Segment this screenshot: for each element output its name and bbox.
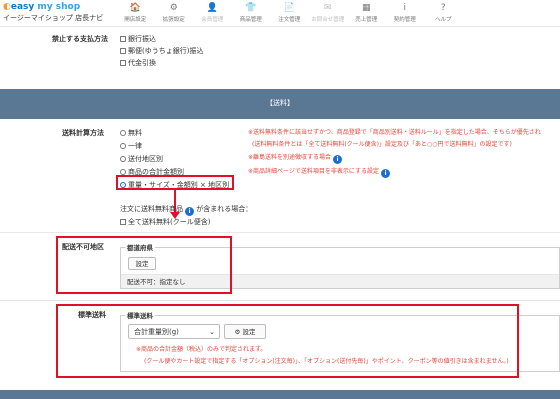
gear-icon: ⚙ (169, 3, 178, 13)
free-all-checkbox[interactable]: 全て送料無料(クール便含) (120, 217, 210, 227)
nav-item-user[interactable]: 👤 会員管理 (193, 2, 232, 26)
user-icon: 👤 (206, 3, 218, 13)
document-icon: 📄 (283, 3, 295, 13)
next-section-band (0, 390, 560, 399)
nav-item-mail[interactable]: ✉ お問合せ管理 (309, 2, 348, 26)
mail-icon: ✉ (323, 3, 332, 13)
highlight-selected-option (116, 175, 234, 190)
nav-label: 開店設定 (124, 17, 147, 23)
nav-item-document[interactable]: 📄 注文管理 (270, 2, 309, 26)
checkbox[interactable] (120, 48, 126, 54)
shipping-calc-label: 送料計算方法 (62, 129, 104, 137)
calc-note-priority: ※送料無料条件に該当せずかつ、商品登録で「商品別送料・送料ルール」を指定した場合… (248, 129, 541, 136)
checkbox[interactable] (120, 219, 126, 225)
nav-item-help[interactable]: ? ヘルプ (424, 2, 463, 26)
nav-item-info[interactable]: i 契約管理 (386, 2, 425, 26)
nav-item-home[interactable]: 🏠 開店設定 (116, 2, 155, 26)
calc-note-island: ※離島送料を別途徴収する場合 i (248, 152, 343, 164)
top-navigation-bar: ◐easy my shop イージーマイショップ 店長ナビ 🏠 開店設定 ⚙ 拡張設定… (0, 0, 560, 27)
calc-option-free[interactable]: 無料 (120, 128, 142, 138)
radio-button[interactable] (120, 156, 126, 162)
home-icon: 🏠 (129, 3, 141, 13)
nav-item-shirt[interactable]: 👕 商品管理 (232, 2, 271, 26)
help-icon: ? (440, 3, 446, 13)
radio-button[interactable] (120, 143, 126, 149)
checkbox[interactable] (120, 36, 126, 42)
highlight-undeliverable (56, 236, 232, 294)
calc-option-region[interactable]: 送付地区別 (120, 154, 163, 164)
nav-label: 拡張設定 (162, 17, 185, 23)
shipping-section-title: 【送料】 (266, 99, 294, 107)
main-nav: 🏠 開店設定 ⚙ 拡張設定 👤 会員管理 👕 商品管理 📄 注文管理 ✉ お問合せ管理 ▦ 売上管理 i 契約… (116, 2, 463, 26)
payment-option-cod[interactable]: 代金引換 (120, 58, 156, 68)
info-icon: i (403, 3, 406, 13)
calc-note-free-conditions: (送料無料条件とは「全て送料無料(クール便含)」設定及び「あと○○円で送料無料」… (252, 141, 512, 148)
brand-logo[interactable]: ◐easy my shop イージーマイショップ 店長ナビ (3, 2, 104, 23)
info-icon[interactable]: i (333, 155, 343, 164)
nav-label: 契約管理 (393, 17, 416, 23)
nav-item-gear[interactable]: ⚙ 拡張設定 (155, 2, 194, 26)
calc-note-hide: ※商品詳細ページで送料項目を非表示にする設定 i (248, 166, 390, 178)
payment-option-postal[interactable]: 郵便(ゆうちょ銀行)振込 (120, 46, 203, 56)
nav-label: お問合せ管理 (311, 17, 345, 23)
nav-label: ヘルプ (434, 17, 452, 23)
info-icon[interactable]: i (185, 207, 194, 216)
nav-label: 商品管理 (239, 17, 262, 23)
divider (0, 300, 560, 301)
brand-subtitle: イージーマイショップ 店長ナビ (3, 14, 104, 22)
calc-option-flat[interactable]: 一律 (120, 141, 142, 151)
payment-restriction-label: 禁止する支払方法 (52, 35, 108, 43)
nav-label: 会員管理 (201, 17, 224, 23)
nav-label: 売上管理 (355, 17, 378, 23)
divider (0, 232, 560, 233)
payment-option-bank[interactable]: 銀行振込 (120, 34, 156, 44)
brand-name: ◐easy my shop (3, 2, 81, 12)
checkbox[interactable] (120, 60, 126, 66)
shirt-icon: 👕 (245, 3, 257, 13)
logo-mark-icon: ◐ (3, 2, 11, 12)
info-icon[interactable]: i (380, 169, 390, 178)
highlight-standard-shipping (56, 304, 519, 378)
nav-label: 注文管理 (278, 17, 301, 23)
nav-item-calendar[interactable]: ▦ 売上管理 (347, 2, 386, 26)
calendar-icon: ▦ (361, 3, 371, 13)
radio-button[interactable] (120, 130, 126, 136)
free-item-note: 注文に送料無料商品 i が含まれる場合： (120, 205, 253, 216)
